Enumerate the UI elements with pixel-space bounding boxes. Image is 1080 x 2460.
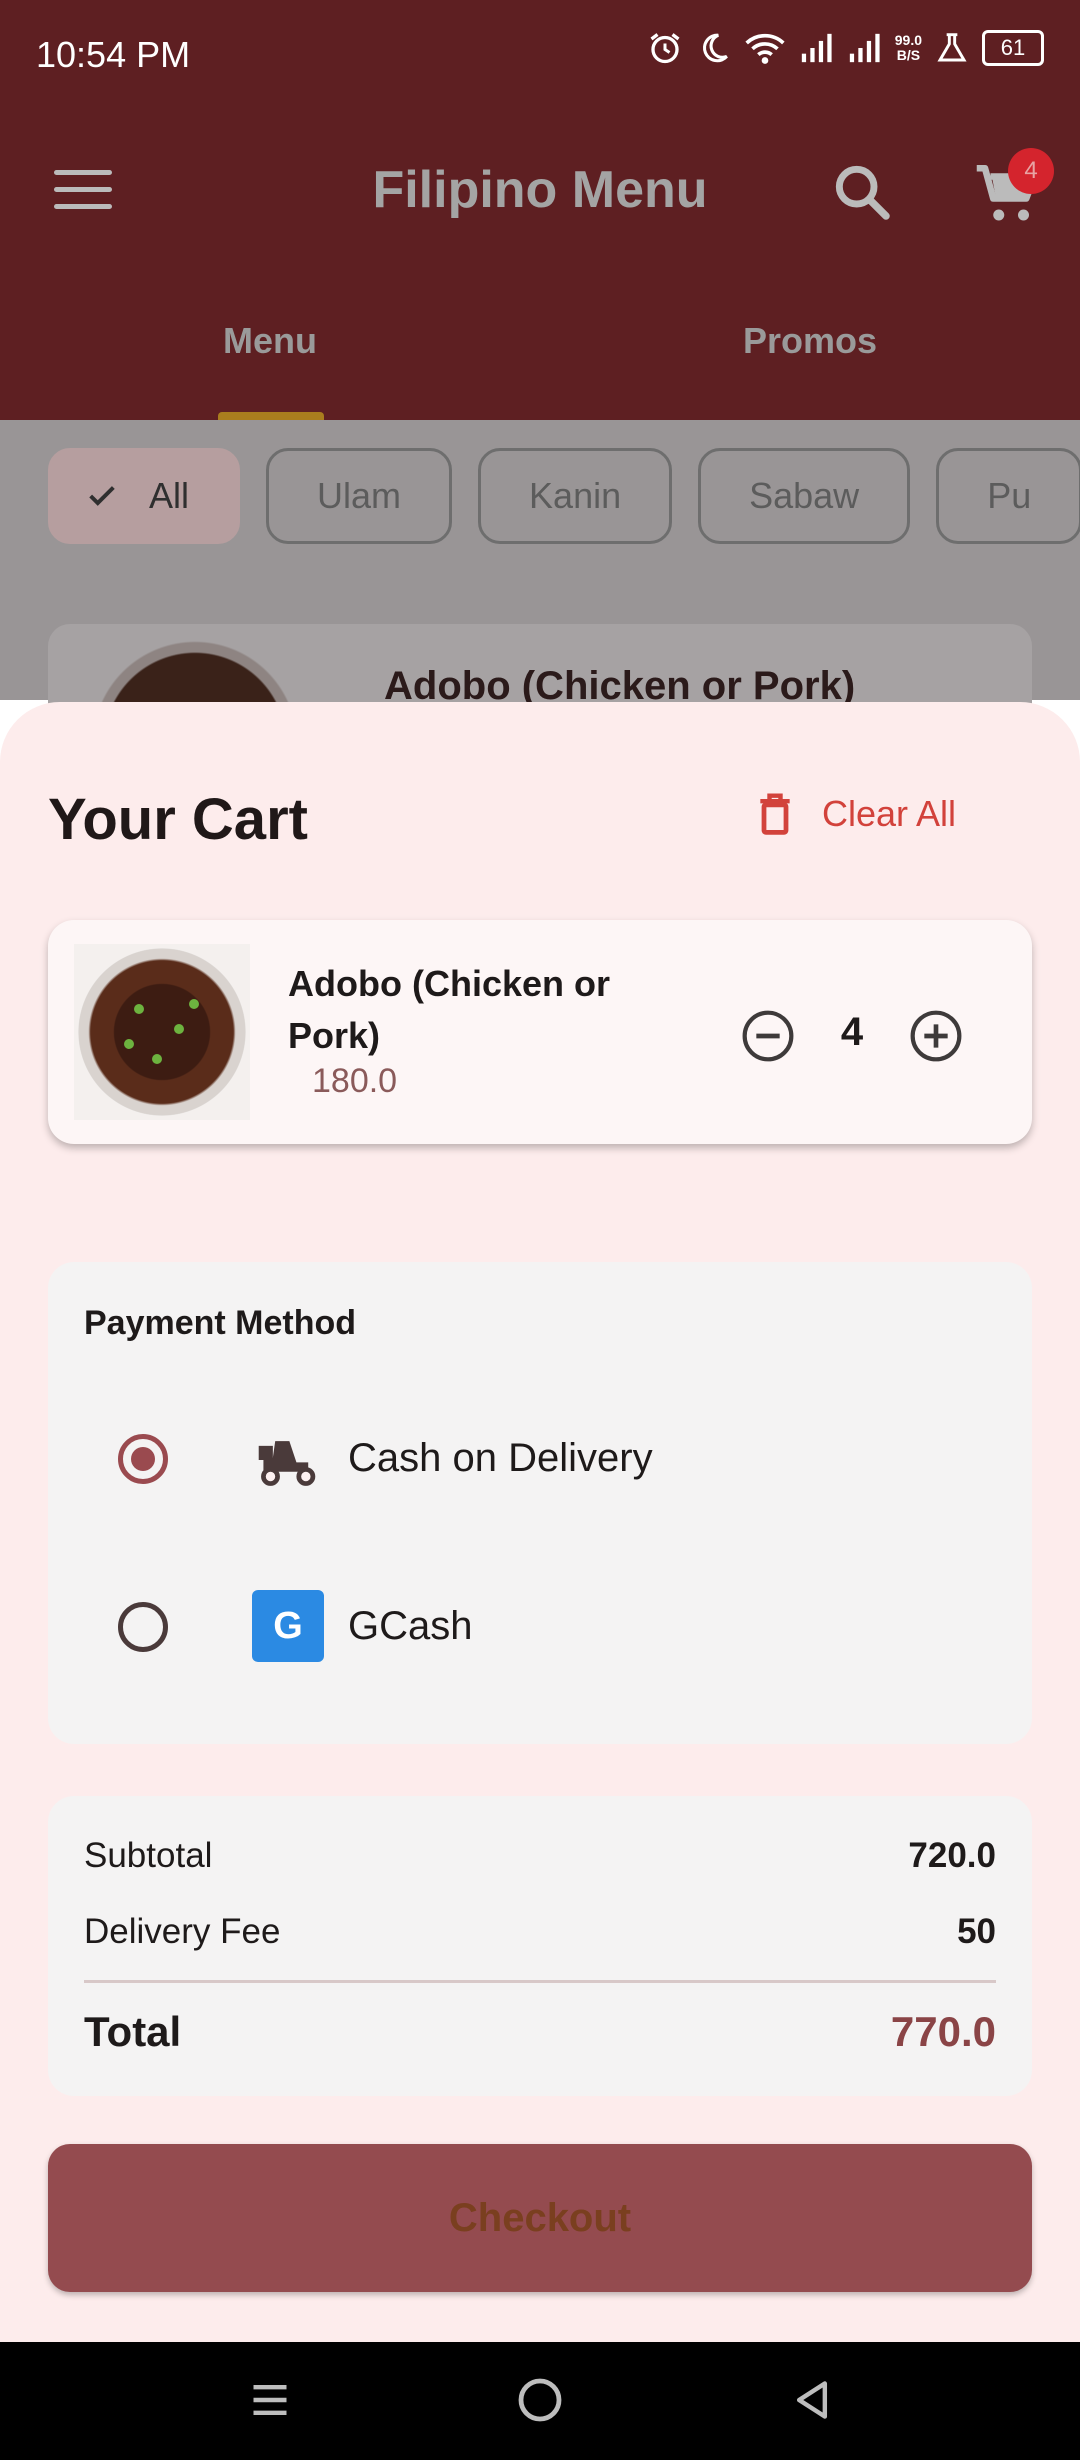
total-label: Total [84, 2008, 182, 2055]
tab-menu[interactable]: Menu [0, 320, 540, 362]
cart-badge: 4 [1008, 148, 1054, 194]
wifi-icon [745, 33, 785, 64]
recent-apps-icon[interactable] [248, 2378, 292, 2422]
cart-title: Your Cart [48, 787, 308, 852]
battery-indicator: 61 [982, 30, 1044, 66]
status-time: 10:54 PM [36, 34, 191, 75]
delivery-scooter-icon [258, 1441, 316, 1486]
signal-icon [801, 33, 832, 63]
gcash-icon: G [252, 1590, 324, 1662]
flask-icon [937, 33, 967, 62]
clear-all-label: Clear All [822, 793, 957, 834]
check-icon [89, 486, 115, 506]
clear-all-button[interactable]: Clear All [756, 792, 956, 836]
search-icon[interactable] [830, 160, 894, 224]
chip-kanin[interactable]: Kanin [478, 448, 673, 544]
gcash-label: GCash [348, 1604, 473, 1648]
decrease-quantity-icon[interactable] [740, 1008, 796, 1064]
delivery-fee-label: Delivery Fee [84, 1912, 281, 1951]
back-icon[interactable] [790, 2376, 834, 2424]
page-title: Filipino Menu [372, 161, 708, 219]
subtotal-label: Subtotal [84, 1836, 213, 1875]
alarm-icon [650, 33, 680, 64]
tab-promos[interactable]: Promos [540, 320, 1080, 362]
status-icons: 99.0 B/S 61 [647, 30, 1044, 66]
chip-ulam[interactable]: Ulam [266, 448, 453, 544]
system-nav-bar [0, 2342, 1080, 2460]
radio-cash-on-delivery[interactable] [118, 1434, 168, 1484]
subtotal-value: 720.0 [908, 1836, 996, 1875]
cart-item-image [74, 944, 250, 1120]
cart-item-name: Adobo (Chicken or Pork) [288, 963, 610, 1056]
moon-icon [702, 33, 728, 63]
category-chips: All Ulam Kanin Sabaw Pu [48, 448, 1080, 544]
chip-pu[interactable]: Pu [936, 448, 1080, 544]
network-speed: 99.0 B/S [894, 32, 922, 63]
home-icon[interactable] [516, 2376, 564, 2424]
trash-icon [760, 793, 790, 835]
cart-item-quantity: 4 [840, 1010, 864, 1054]
increase-quantity-icon[interactable] [908, 1008, 964, 1064]
chip-sabaw[interactable]: Sabaw [698, 448, 911, 544]
checkout-button[interactable]: Checkout [48, 2144, 1032, 2292]
delivery-fee-value: 50 [957, 1912, 996, 1951]
cash-on-delivery-label: Cash on Delivery [348, 1436, 653, 1480]
cart-item-price: 180.0 [312, 1062, 398, 1100]
payment-method-title: Payment Method [84, 1304, 357, 1342]
tab-indicator [218, 412, 324, 420]
chip-all[interactable]: All [48, 448, 241, 544]
signal-icon-2 [849, 33, 880, 63]
status-bar: 10:54 PM 99.0 B/S 61 [0, 0, 1080, 110]
radio-gcash[interactable] [118, 1602, 168, 1652]
total-value: 770.0 [890, 2008, 996, 2055]
summary-divider [84, 1980, 996, 1983]
